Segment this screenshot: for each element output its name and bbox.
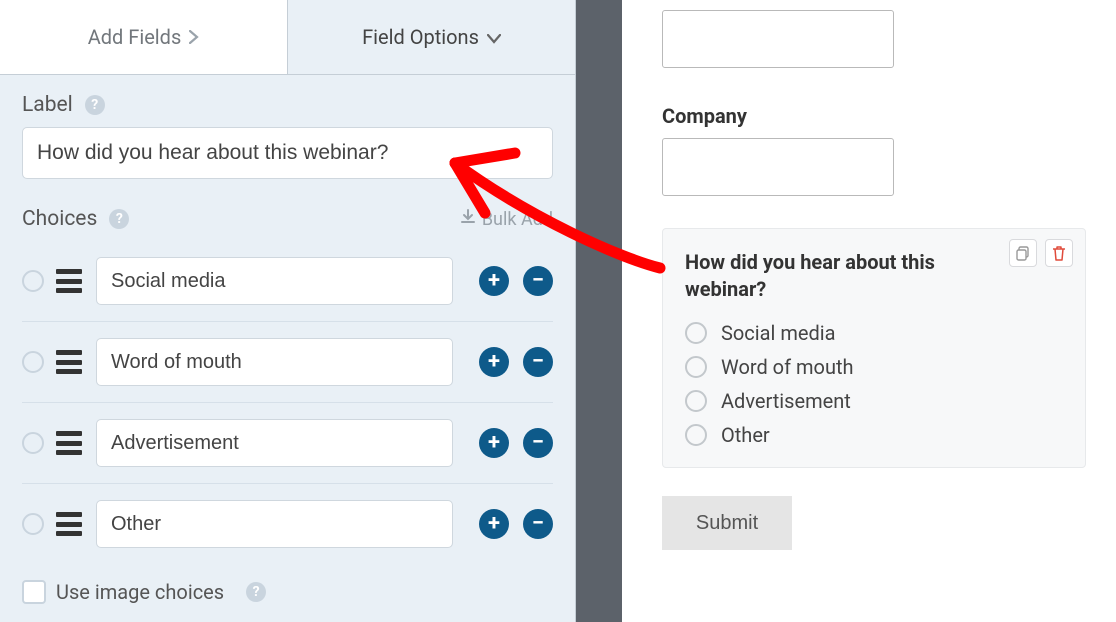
label-input[interactable]: [22, 127, 553, 179]
preview-radio-list: Social media Word of mouth Advertisement…: [685, 321, 1063, 447]
choices-list: + − + − + −: [22, 241, 553, 564]
help-icon[interactable]: ?: [85, 95, 105, 115]
company-label: Company: [662, 104, 1086, 128]
use-image-choices-checkbox[interactable]: [22, 580, 46, 604]
remove-choice-button[interactable]: −: [523, 428, 553, 458]
help-icon[interactable]: ?: [109, 209, 129, 229]
preview-option-label: Advertisement: [721, 389, 851, 413]
drag-handle-icon[interactable]: [56, 512, 82, 536]
default-choice-radio[interactable]: [22, 513, 44, 535]
trash-icon[interactable]: [1045, 239, 1073, 267]
selected-field-card[interactable]: How did you hear about this webinar? Soc…: [662, 228, 1086, 468]
company-section: Company: [662, 104, 1086, 196]
use-image-choices-row: Use image choices ?: [22, 580, 553, 604]
preview-radio-item[interactable]: Other: [685, 423, 1063, 447]
radio-icon: [685, 424, 707, 446]
label-section-title: Label: [22, 93, 73, 117]
choice-row: + −: [22, 403, 553, 484]
label-section-header: Label ?: [22, 93, 553, 117]
preview-radio-item[interactable]: Social media: [685, 321, 1063, 345]
left-panel: Add Fields Field Options Label ? Choic: [0, 0, 576, 622]
preview-option-label: Word of mouth: [721, 355, 854, 379]
add-choice-button[interactable]: +: [479, 266, 509, 296]
choice-input[interactable]: [96, 500, 453, 548]
preview-option-label: Other: [721, 423, 770, 447]
field-card-title: How did you hear about this webinar?: [685, 249, 985, 303]
choice-row: + −: [22, 484, 553, 564]
company-input[interactable]: [662, 138, 894, 196]
default-choice-radio[interactable]: [22, 270, 44, 292]
tab-add-fields[interactable]: Add Fields: [0, 0, 287, 74]
drag-handle-icon[interactable]: [56, 269, 82, 293]
choice-input[interactable]: [96, 419, 453, 467]
remove-choice-button[interactable]: −: [523, 266, 553, 296]
submit-button[interactable]: Submit: [662, 496, 792, 550]
remove-choice-button[interactable]: −: [523, 509, 553, 539]
bulk-add-button[interactable]: Bulk Add: [460, 209, 553, 230]
default-choice-radio[interactable]: [22, 351, 44, 373]
preview-input-empty[interactable]: [662, 10, 894, 68]
gutter: [576, 0, 622, 622]
choice-input[interactable]: [96, 257, 453, 305]
duplicate-icon[interactable]: [1009, 239, 1037, 267]
choices-section-title: Choices: [22, 207, 97, 231]
tab-add-fields-label: Add Fields: [88, 25, 182, 49]
add-choice-button[interactable]: +: [479, 509, 509, 539]
drag-handle-icon[interactable]: [56, 431, 82, 455]
add-choice-button[interactable]: +: [479, 428, 509, 458]
preview-panel: Company How did you hear about this webi…: [622, 0, 1116, 622]
choice-row: + −: [22, 322, 553, 403]
preview-radio-item[interactable]: Advertisement: [685, 389, 1063, 413]
radio-icon: [685, 356, 707, 378]
choices-header: Choices ? Bulk Add: [22, 207, 553, 231]
tabs: Add Fields Field Options: [0, 0, 575, 75]
field-card-actions: [1009, 239, 1073, 267]
bulk-add-label: Bulk Add: [482, 209, 553, 230]
choice-input[interactable]: [96, 338, 453, 386]
tab-field-options[interactable]: Field Options: [287, 0, 575, 74]
drag-handle-icon[interactable]: [56, 350, 82, 374]
remove-choice-button[interactable]: −: [523, 347, 553, 377]
default-choice-radio[interactable]: [22, 432, 44, 454]
field-options-pane: Label ? Choices ? Bulk Add: [0, 75, 575, 622]
chevron-right-icon: [189, 25, 199, 49]
download-icon: [460, 209, 476, 230]
radio-icon: [685, 390, 707, 412]
add-choice-button[interactable]: +: [479, 347, 509, 377]
preview-radio-item[interactable]: Word of mouth: [685, 355, 1063, 379]
use-image-choices-label: Use image choices: [56, 580, 224, 604]
choice-row: + −: [22, 241, 553, 322]
chevron-down-icon: [487, 25, 501, 49]
help-icon[interactable]: ?: [246, 582, 266, 602]
preview-option-label: Social media: [721, 321, 835, 345]
radio-icon: [685, 322, 707, 344]
tab-field-options-label: Field Options: [362, 25, 479, 49]
